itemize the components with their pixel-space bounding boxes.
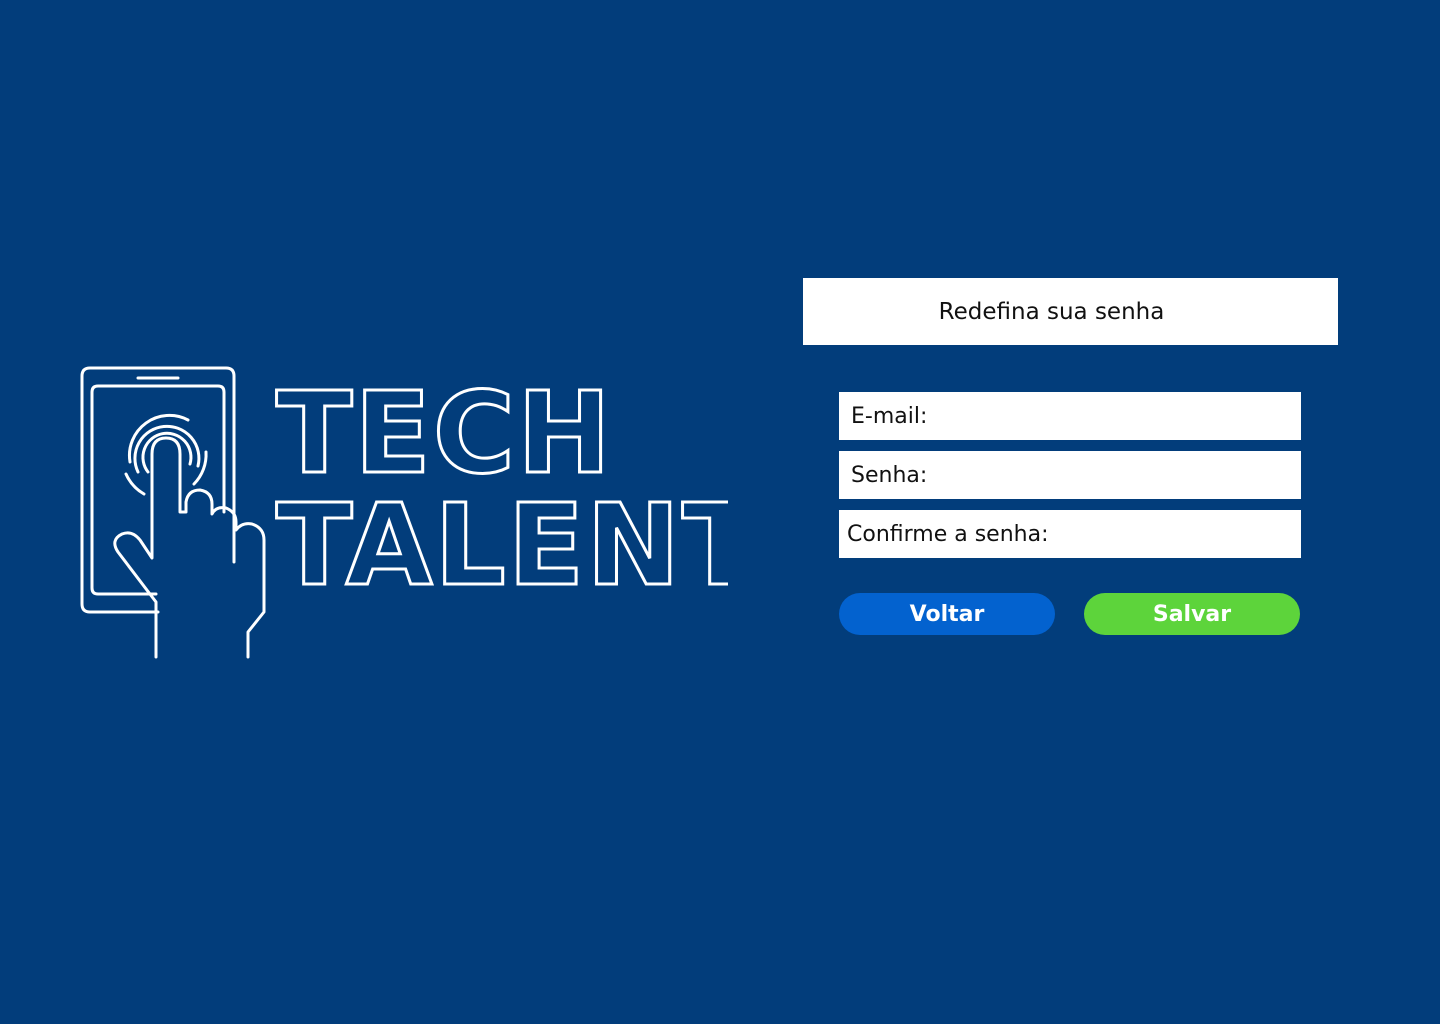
tablet-touch-icon	[80, 366, 266, 659]
email-field[interactable]: E-mail:	[839, 392, 1301, 440]
email-input[interactable]	[927, 392, 1301, 440]
save-button[interactable]: Salvar	[1084, 593, 1300, 635]
logo-line-2: TALENT	[276, 481, 728, 611]
back-button[interactable]: Voltar	[839, 593, 1055, 635]
logo-wordmark: TECH TALENT	[275, 368, 729, 613]
confirm-password-label: Confirme a senha:	[847, 521, 1049, 547]
confirm-password-input[interactable]	[1048, 510, 1314, 558]
form-title: Redefina sua senha	[938, 298, 1165, 325]
email-label: E-mail:	[851, 403, 928, 429]
password-input[interactable]	[927, 451, 1301, 499]
logo-line-1: TECH	[276, 369, 613, 499]
form-title-panel: Redefina sua senha	[803, 278, 1338, 345]
password-field[interactable]: Senha:	[839, 451, 1301, 499]
confirm-password-field[interactable]: Confirme a senha:	[839, 510, 1314, 558]
tech-talent-logo: TECH TALENT	[78, 362, 728, 662]
password-label: Senha:	[851, 462, 928, 488]
